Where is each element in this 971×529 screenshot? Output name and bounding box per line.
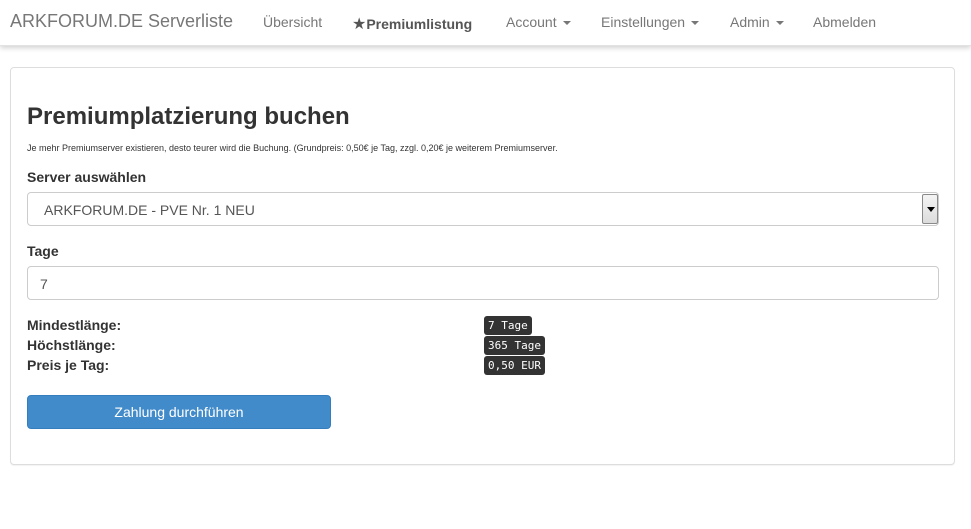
nav-item-admin-label: Admin [730,14,770,30]
nav-item-abmelden[interactable]: Abmelden [813,14,876,30]
caret-down-icon [562,21,571,26]
price-per-day-value: 0,50 EUR [484,356,545,375]
nav-item-uebersicht[interactable]: Übersicht [263,14,322,30]
min-length-value: 7 Tage [484,316,532,335]
min-length-label: Mindestlänge: [27,317,122,333]
submit-payment-button[interactable]: Zahlung durchführen [27,395,331,429]
max-length-label: Höchstlänge: [27,337,116,353]
days-input[interactable]: 7 [27,266,939,300]
nav-item-premiumlistung[interactable]: ★Premiumlistung [352,14,472,34]
price-per-day-label: Preis je Tag: [27,357,110,373]
caret-down-icon [691,21,700,26]
days-input-value: 7 [40,276,48,292]
top-navbar: ARKFORUM.DE Serverliste Übersicht ★Premi… [0,0,971,46]
nav-item-uebersicht-label: Übersicht [263,14,323,30]
page-title: Premiumplatzierung buchen [27,103,350,130]
server-select-value: ARKFORUM.DE - PVE Nr. 1 NEU [44,202,255,218]
star-icon: ★ [352,16,367,33]
brand-title[interactable]: ARKFORUM.DE Serverliste [10,11,233,32]
dropdown-arrow-icon[interactable] [922,194,938,224]
nav-item-abmelden-label: Abmelden [813,14,877,30]
server-select[interactable]: ARKFORUM.DE - PVE Nr. 1 NEU [27,192,939,226]
nav-item-account[interactable]: Account [506,14,571,30]
server-select-label: Server auswählen [27,169,147,185]
max-length-value: 365 Tage [484,336,545,355]
days-label: Tage [27,243,59,259]
nav-item-einstellungen-label: Einstellungen [601,14,686,30]
nav-item-premiumlistung-label: Premiumlistung [366,16,473,32]
nav-item-account-label: Account [506,14,557,30]
nav-item-admin[interactable]: Admin [730,14,784,30]
nav-item-einstellungen[interactable]: Einstellungen [601,14,700,30]
booking-panel: Premiumplatzierung buchen Je mehr Premiu… [10,67,955,465]
pricing-hint: Je mehr Premiumserver existieren, desto … [27,143,558,153]
caret-down-icon [775,21,784,26]
